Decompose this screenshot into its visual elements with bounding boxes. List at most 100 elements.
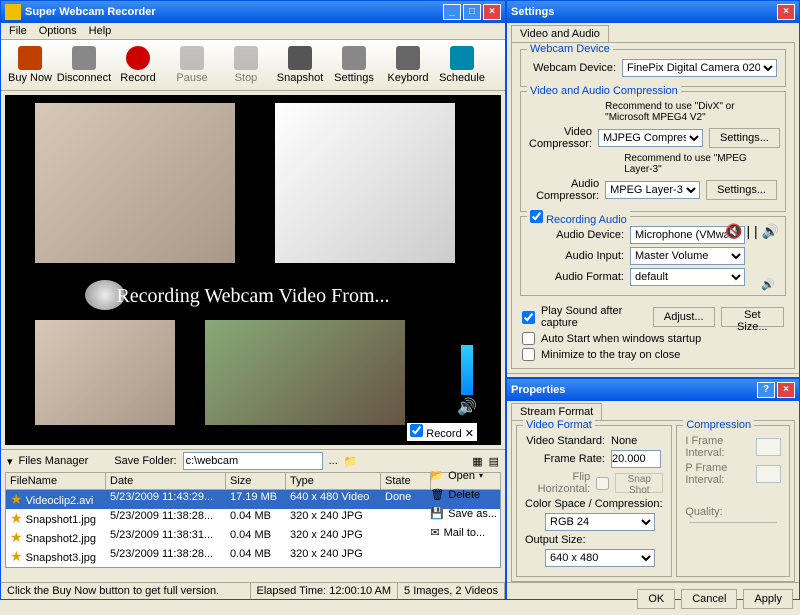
props-titlebar: Properties ?× (507, 379, 799, 401)
tool-buynow[interactable]: Buy Now (5, 44, 55, 86)
webcam-device-select[interactable]: FinePix Digital Camera 020724 (W (622, 59, 777, 77)
tool-record[interactable]: Record (113, 44, 163, 86)
action-mailto[interactable]: ✉ Mail to... (430, 526, 497, 539)
file-row[interactable]: ★ Snapshot3.jpg5/23/2009 11:38:28...0.04… (6, 547, 500, 566)
main-window: Super Webcam Recorder _ □ × File Options… (0, 0, 506, 600)
recording-audio-checkbox[interactable] (530, 210, 543, 223)
main-title: Super Webcam Recorder (25, 6, 443, 18)
settings-window: Settings × Video and Audio Webcam Device… (506, 0, 800, 378)
status-count: 5 Images, 2 Videos (398, 583, 505, 599)
snapshot-button: Snap Shot (615, 473, 663, 493)
props-close-button[interactable]: × (777, 382, 795, 398)
grp-compression: Compression I Frame Interval: P Frame In… (676, 425, 790, 577)
save-folder-label: Save Folder: (114, 455, 176, 467)
status-tip: Click the Buy Now button to get full ver… (1, 583, 251, 599)
volume-slider[interactable] (461, 345, 473, 395)
adjust-button[interactable]: Adjust... (653, 307, 715, 327)
status-time: Elapsed Time: 12:00:10 AM (251, 583, 399, 599)
tool-disconnect[interactable]: Disconnect (59, 44, 109, 86)
tool-keyboard[interactable]: Keybord (383, 44, 433, 86)
tool-pause[interactable]: Pause (167, 44, 217, 86)
menu-file[interactable]: File (9, 25, 27, 37)
browse-button[interactable]: ... (329, 455, 338, 467)
colorspace-select[interactable]: RGB 24 (545, 513, 655, 531)
tool-stop[interactable]: Stop (221, 44, 271, 86)
close-button[interactable]: × (483, 4, 501, 20)
collapse-icon[interactable]: ▾ (7, 455, 13, 468)
cancel-button[interactable]: Cancel (681, 589, 737, 609)
props-title: Properties (511, 384, 757, 396)
action-saveas[interactable]: 💾 Save as... (430, 507, 497, 520)
audio-input-select[interactable]: Master Volume (630, 247, 745, 265)
tool-schedule[interactable]: Schedule (437, 44, 487, 86)
save-folder-input[interactable] (183, 452, 323, 470)
menubar: File Options Help (1, 23, 505, 40)
preview-img-3 (35, 320, 175, 425)
acomp-settings-button[interactable]: Settings... (706, 180, 777, 200)
speaker-sliders[interactable]: 🔇 | | 🔊 (725, 223, 779, 240)
folder-icon[interactable]: 📁 (344, 455, 358, 468)
menu-options[interactable]: Options (39, 25, 77, 37)
flip-checkbox (596, 477, 609, 490)
grp-device: Webcam Device Webcam Device: FinePix Dig… (520, 49, 786, 87)
video-compressor-select[interactable]: MJPEG Compressor (598, 129, 703, 147)
view-list-icon[interactable]: ▦ (472, 455, 482, 468)
setsize-button[interactable]: Set Size... (721, 307, 784, 327)
action-open[interactable]: 📂 Open ▾ (430, 469, 497, 482)
maximize-button[interactable]: □ (463, 4, 481, 20)
minimize-tray-checkbox[interactable] (522, 348, 535, 361)
file-actions: 📂 Open ▾ 🗑 Delete 💾 Save as... ✉ Mail to… (430, 469, 497, 539)
pframe-input (756, 465, 781, 483)
view-thumb-icon[interactable]: ▤ (489, 455, 499, 468)
col-type[interactable]: Type (286, 473, 381, 489)
vcomp-settings-button[interactable]: Settings... (709, 128, 780, 148)
preview-img-1 (35, 103, 235, 263)
quality-slider (689, 522, 777, 523)
status-bar: Click the Buy Now button to get full ver… (1, 582, 505, 599)
play-sound-checkbox[interactable] (522, 311, 535, 324)
settings-titlebar: Settings × (507, 1, 799, 23)
menu-help[interactable]: Help (89, 25, 112, 37)
settings-tab[interactable]: Video and Audio (511, 25, 609, 42)
outputsize-select[interactable]: 640 x 480 (545, 549, 655, 567)
record-checkbox[interactable]: Record ✕ (407, 423, 477, 441)
files-list[interactable]: ★ Videoclip2.avi5/23/2009 11:43:29...17.… (5, 490, 501, 568)
ok-button[interactable]: OK (637, 589, 675, 609)
file-row[interactable]: ★ Snapshot4.jpg5/23/2009 11:40:55...0.10… (6, 566, 500, 568)
audio-format-select[interactable]: default (630, 268, 745, 286)
action-delete[interactable]: 🗑 Delete (430, 488, 497, 501)
iframe-input (756, 438, 781, 456)
settings-close-button[interactable]: × (777, 4, 795, 20)
files-header: FileName Date Size Type State (5, 472, 501, 490)
file-row[interactable]: ★ Videoclip2.avi5/23/2009 11:43:29...17.… (6, 490, 500, 509)
settings-title: Settings (511, 6, 777, 18)
speaker-icon[interactable]: 🔊 (761, 278, 775, 291)
files-label: Files Manager (19, 455, 89, 467)
col-size[interactable]: Size (226, 473, 286, 489)
tool-snapshot[interactable]: Snapshot (275, 44, 325, 86)
speaker-icon[interactable]: 🔊 (457, 397, 477, 417)
grp-recording-audio: Recording Audio 🔇 | | 🔊 Audio Device: Mi… (520, 216, 786, 296)
autostart-checkbox[interactable] (522, 332, 535, 345)
preview-img-2 (275, 103, 455, 263)
minimize-button[interactable]: _ (443, 4, 461, 20)
preview-text: Recording Webcam Video From... (5, 285, 501, 308)
file-row[interactable]: ★ Snapshot1.jpg5/23/2009 11:38:28...0.04… (6, 509, 500, 528)
main-titlebar: Super Webcam Recorder _ □ × (1, 1, 505, 23)
toolbar: Buy Now Disconnect Record Pause Stop Sna… (1, 40, 505, 91)
tool-settings[interactable]: Settings (329, 44, 379, 86)
video-preview: Recording Webcam Video From... 🔊 Record … (5, 95, 501, 445)
properties-window: Properties ?× Stream Format Video Format… (506, 378, 800, 600)
preview-img-4 (205, 320, 405, 425)
framerate-input[interactable] (611, 450, 661, 468)
file-row[interactable]: ★ Snapshot2.jpg5/23/2009 11:38:31...0.04… (6, 528, 500, 547)
col-filename[interactable]: FileName (6, 473, 106, 489)
props-tab[interactable]: Stream Format (511, 403, 602, 420)
apply-button[interactable]: Apply (743, 589, 793, 609)
col-date[interactable]: Date (106, 473, 226, 489)
col-state[interactable]: State (381, 473, 431, 489)
grp-video-format: Video Format Video Standard:None Frame R… (516, 425, 672, 577)
app-icon (5, 4, 21, 20)
audio-compressor-select[interactable]: MPEG Layer-3 (605, 181, 700, 199)
props-help-button[interactable]: ? (757, 382, 775, 398)
